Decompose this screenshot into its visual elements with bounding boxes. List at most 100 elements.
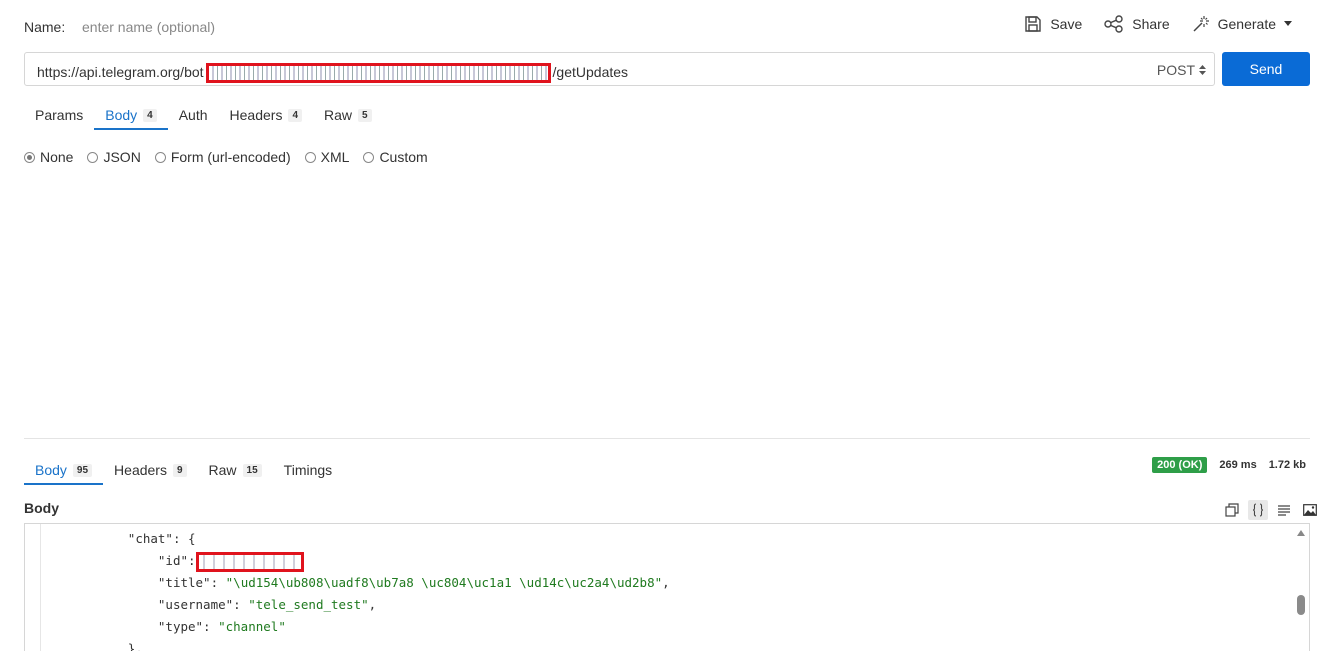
caret-down-icon	[1284, 21, 1292, 26]
radio-button[interactable]	[363, 151, 375, 163]
count-badge: 9	[172, 463, 187, 477]
code-gutter	[25, 524, 41, 651]
url-field[interactable]: https://api.telegram.org/bot /getUpdates	[37, 62, 629, 83]
redacted-token	[205, 63, 551, 83]
radio-button[interactable]	[87, 151, 99, 163]
tab-response-headers[interactable]: Headers 9	[103, 457, 197, 485]
tab-label: Params	[35, 107, 84, 123]
response-time: 269 ms	[1219, 459, 1257, 471]
count-badge: 95	[72, 463, 93, 477]
generate-button[interactable]: Generate	[1192, 15, 1292, 33]
radio-custom[interactable]: Custom	[363, 149, 428, 165]
json-key: "title"	[157, 575, 211, 590]
method-value: POST	[1156, 62, 1195, 78]
radio-button[interactable]	[304, 151, 316, 163]
json-key: "username"	[157, 597, 234, 612]
json-view-button[interactable]	[1248, 500, 1268, 520]
radio-label: JSON	[103, 149, 141, 165]
tab-label: Auth	[178, 107, 208, 123]
count-badge: 5	[358, 108, 372, 122]
radio-none[interactable]: None	[24, 149, 73, 165]
lines-icon	[1278, 505, 1290, 516]
radio-button[interactable]	[24, 151, 35, 163]
share-label: Share	[1132, 16, 1170, 32]
response-tabs: Body 95 Headers 9 Raw 15 Timings	[24, 457, 343, 485]
tab-label: Raw	[208, 462, 237, 478]
top-bar: Name: Save Share Generate	[0, 0, 1336, 52]
radio-label: Form (url-encoded)	[170, 149, 291, 165]
url-bar[interactable]: https://api.telegram.org/bot /getUpdates…	[24, 52, 1215, 86]
count-badge: 15	[242, 463, 262, 477]
braces-icon	[1252, 503, 1264, 517]
code-lines: "chat": { "id": "title": "\ud154\ub808\u…	[45, 528, 670, 651]
wand-icon	[1193, 16, 1209, 32]
sort-arrows-icon	[1199, 65, 1206, 75]
copy-icon	[1225, 503, 1239, 517]
response-body-viewer[interactable]: "chat": { "id": "title": "\ud154\ub808\u…	[24, 523, 1310, 651]
response-body-label: Body	[24, 500, 59, 516]
radio-button[interactable]	[154, 151, 166, 163]
redacted-id	[195, 551, 304, 572]
code-line: "chat": {	[127, 531, 196, 546]
generate-label: Generate	[1217, 16, 1276, 32]
copy-button[interactable]	[1222, 500, 1242, 520]
save-icon	[1025, 16, 1042, 32]
tab-response-raw[interactable]: Raw 15	[198, 457, 273, 485]
json-string: "\ud154\ub808\uadf8\ub7a8 \uc804\uc1a1 \…	[225, 575, 663, 590]
json-key: "type"	[157, 619, 204, 634]
tab-auth[interactable]: Auth	[168, 102, 219, 130]
radio-label: XML	[320, 149, 350, 165]
text-view-button[interactable]	[1274, 500, 1294, 520]
count-badge: 4	[288, 108, 303, 122]
code-line: "id":	[45, 550, 670, 572]
tab-label: Body	[105, 107, 138, 123]
tab-response-body[interactable]: Body 95	[24, 457, 104, 485]
url-suffix: /getUpdates	[552, 64, 629, 80]
tab-response-timings[interactable]: Timings	[273, 457, 344, 485]
tab-raw[interactable]: Raw 5	[313, 102, 383, 130]
tab-label: Timings	[283, 462, 333, 478]
response-size: 1.72 kb	[1268, 459, 1306, 471]
radio-form[interactable]: Form (url-encoded)	[154, 149, 291, 165]
tab-headers[interactable]: Headers 4	[219, 102, 313, 130]
send-button[interactable]: Send	[1222, 52, 1310, 86]
name-input[interactable]	[82, 15, 482, 39]
code-line: "username": "tele_send_test",	[157, 597, 377, 612]
url-prefix: https://api.telegram.org/bot	[37, 64, 204, 80]
code-line: "type": "channel"	[157, 619, 286, 634]
image-view-button[interactable]	[1300, 500, 1320, 520]
body-type-radios: None JSON Form (url-encoded) XML Custom	[24, 149, 428, 165]
save-button[interactable]: Save	[1024, 15, 1082, 33]
header-actions: Save Share Generate	[1024, 15, 1292, 33]
json-string: "channel"	[218, 619, 286, 634]
view-mode-buttons	[1222, 500, 1320, 520]
response-stats: 200 (OK) 269 ms 1.72 kb	[1152, 457, 1306, 473]
pane-divider[interactable]	[24, 438, 1310, 439]
radio-xml[interactable]: XML	[304, 149, 350, 165]
json-key: "chat"	[127, 531, 173, 546]
scroll-up-arrow-icon[interactable]	[1297, 530, 1305, 536]
json-key: "id"	[157, 553, 188, 568]
scroll-thumb[interactable]	[1297, 595, 1305, 615]
tab-label: Raw	[324, 107, 353, 123]
method-select[interactable]: POST	[1157, 62, 1206, 78]
radio-json[interactable]: JSON	[87, 149, 141, 165]
tab-label: Body	[35, 462, 67, 478]
vertical-scrollbar[interactable]	[1293, 524, 1309, 651]
tab-body[interactable]: Body 4	[94, 102, 168, 130]
json-string: "tele_send_test"	[248, 597, 369, 612]
radio-label: None	[40, 149, 74, 165]
count-badge: 4	[143, 108, 157, 122]
save-label: Save	[1050, 16, 1083, 32]
tab-label: Headers	[114, 462, 167, 478]
code-line: },	[45, 641, 143, 651]
status-badge: 200 (OK)	[1152, 457, 1208, 473]
image-icon	[1303, 504, 1317, 516]
share-icon	[1104, 15, 1123, 33]
tab-params[interactable]: Params	[24, 102, 94, 130]
share-button[interactable]: Share	[1104, 15, 1170, 33]
code-line: "title": "\ud154\ub808\uadf8\ub7a8 \uc80…	[157, 575, 670, 590]
name-label: Name:	[24, 19, 66, 35]
radio-label: Custom	[379, 149, 428, 165]
tab-label: Headers	[229, 107, 283, 123]
